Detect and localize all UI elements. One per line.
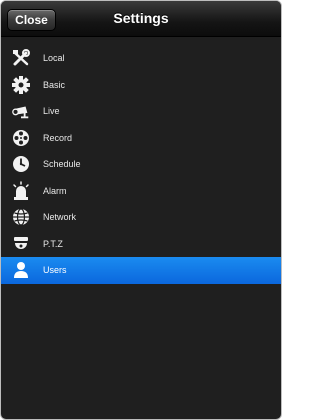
close-button[interactable]: Close bbox=[7, 9, 56, 31]
menu-item-label: Schedule bbox=[43, 159, 81, 170]
menu-item-ptz[interactable]: P.T.Z bbox=[1, 231, 281, 258]
menu-item-label: Live bbox=[43, 106, 60, 117]
menu-item-label: Network bbox=[43, 212, 77, 223]
tools-icon bbox=[11, 48, 31, 68]
camera-icon bbox=[11, 101, 31, 121]
menu-item-alarm[interactable]: Alarm bbox=[1, 178, 281, 205]
menu-item-label: Users bbox=[43, 265, 67, 276]
user-icon bbox=[11, 260, 31, 280]
menu-item-basic[interactable]: Basic bbox=[1, 72, 281, 99]
dome-camera-icon bbox=[11, 234, 31, 254]
menu-item-local[interactable]: Local bbox=[1, 45, 281, 72]
settings-menu: Local Basic Live Record Schedule Alarm N… bbox=[1, 45, 281, 284]
film-reel-icon bbox=[11, 128, 31, 148]
clock-icon bbox=[11, 154, 31, 174]
menu-item-label: Local bbox=[43, 53, 65, 64]
menu-item-label: P.T.Z bbox=[43, 238, 63, 249]
settings-panel: Close Settings Local Basic Live Record S… bbox=[0, 0, 282, 420]
alarm-light-icon bbox=[11, 181, 31, 201]
globe-icon bbox=[11, 207, 31, 227]
menu-item-label: Record bbox=[43, 132, 73, 143]
menu-item-label: Basic bbox=[43, 79, 66, 90]
menu-item-record[interactable]: Record bbox=[1, 125, 281, 152]
menu-item-live[interactable]: Live bbox=[1, 98, 281, 125]
menu-item-schedule[interactable]: Schedule bbox=[1, 151, 281, 178]
nav-bar: Close Settings bbox=[1, 1, 281, 37]
menu-item-label: Alarm bbox=[43, 185, 67, 196]
menu-item-users[interactable]: Users bbox=[1, 257, 281, 284]
menu-item-network[interactable]: Network bbox=[1, 204, 281, 231]
gear-icon bbox=[11, 75, 31, 95]
